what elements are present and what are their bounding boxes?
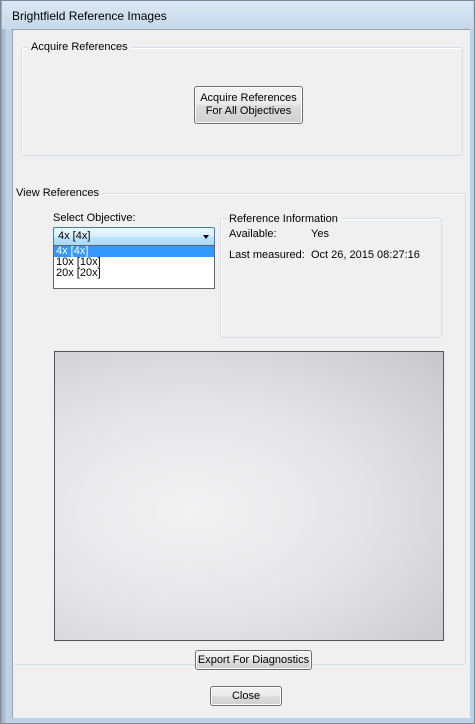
acquire-references-button[interactable]: Acquire References For All Objectives <box>194 86 303 124</box>
objective-dropdown-list: 4x [4x] 10x [10x] 20x [20x] <box>53 245 215 289</box>
export-for-diagnostics-button[interactable]: Export For Diagnostics <box>195 650 312 670</box>
close-button[interactable]: Close <box>210 686 282 706</box>
available-value: Yes <box>311 228 329 240</box>
reference-image-preview <box>54 351 444 641</box>
objective-option[interactable]: 20x [20x] <box>54 268 214 279</box>
chevron-down-icon <box>203 235 209 239</box>
export-button-label: Export For Diagnostics <box>197 653 310 666</box>
window-title: Brightfield Reference Images <box>12 9 167 23</box>
acquire-button-line2: For All Objectives <box>205 105 292 117</box>
select-objective-label: Select Objective: <box>53 212 136 224</box>
last-measured-value: Oct 26, 2015 08:27:16 <box>311 249 420 261</box>
window-edge <box>1 1 8 723</box>
last-measured-label: Last measured: <box>229 249 305 261</box>
objective-combobox[interactable]: 4x [4x] <box>53 227 215 246</box>
acquire-references-label: Acquire References <box>28 40 131 54</box>
title-bar[interactable]: Brightfield Reference Images <box>2 1 473 29</box>
acquire-button-line1: Acquire References <box>200 92 297 104</box>
reference-information-label: Reference Information <box>226 212 341 226</box>
close-button-label: Close <box>231 689 261 702</box>
acquire-references-group: Acquire References Acquire References Fo… <box>21 40 463 156</box>
dialog-content: Acquire References Acquire References Fo… <box>12 29 470 718</box>
view-references-label: View References <box>13 186 102 200</box>
objective-selected-value: 4x [4x] <box>58 230 91 242</box>
dialog-window: Brightfield Reference Images Acquire Ref… <box>0 0 475 724</box>
available-label: Available: <box>229 228 277 240</box>
